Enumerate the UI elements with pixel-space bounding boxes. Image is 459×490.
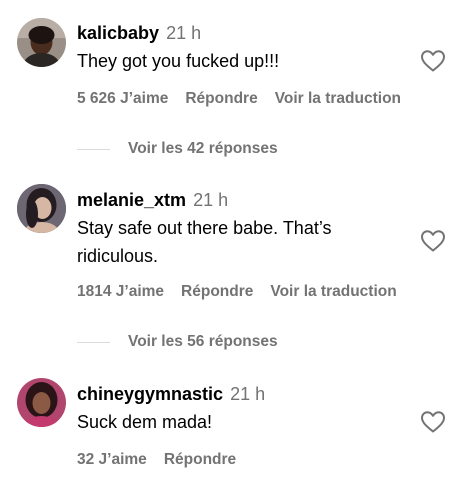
timestamp[interactable]: 21 h [230,384,265,404]
comment-header: kalicbaby 21 h [77,22,201,44]
comment-header: melanie_xtm 21 h [77,189,228,211]
heart-outline-icon [421,230,445,252]
translate-link[interactable]: Voir la traduction [275,90,401,107]
timestamp[interactable]: 21 h [166,23,201,43]
reply-button[interactable]: Répondre [181,283,253,300]
heart-outline-icon [421,50,445,72]
comment-text: Suck dem mada! [77,412,213,432]
comment-text: Stay safe out there babe. That’s ridicul… [77,218,332,266]
comment-actions: 1814 J’aime Répondre Voir la traduction [77,282,414,302]
comment-actions: 5 626 J’aime Répondre Voir la traduction [77,89,418,109]
comment-text: They got you fucked up!!! [77,51,280,71]
translate-link[interactable]: Voir la traduction [270,283,396,300]
avatar[interactable] [17,378,66,427]
avatar[interactable] [17,184,66,233]
avatar[interactable] [17,18,66,67]
like-button[interactable] [420,229,446,253]
likes-count[interactable]: 5 626 J’aime [77,90,168,107]
like-button[interactable] [420,410,446,434]
replies-divider [77,149,110,150]
replies-divider [77,342,110,343]
username-link[interactable]: chineygymnastic [77,384,223,404]
likes-count[interactable]: 32 J’aime [77,451,147,468]
comment-actions: 32 J’aime Répondre [77,450,253,470]
comment-header: chineygymnastic 21 h [77,383,265,405]
timestamp[interactable]: 21 h [193,190,228,210]
like-button[interactable] [420,49,446,73]
view-replies-label: Voir les 56 réponses [128,333,278,350]
view-replies-label: Voir les 42 réponses [128,140,278,157]
username-link[interactable]: kalicbaby [77,23,159,43]
reply-button[interactable]: Répondre [185,90,257,107]
username-link[interactable]: melanie_xtm [77,190,186,210]
likes-count[interactable]: 1814 J’aime [77,283,164,300]
reply-button[interactable]: Répondre [164,451,236,468]
heart-outline-icon [421,411,445,433]
